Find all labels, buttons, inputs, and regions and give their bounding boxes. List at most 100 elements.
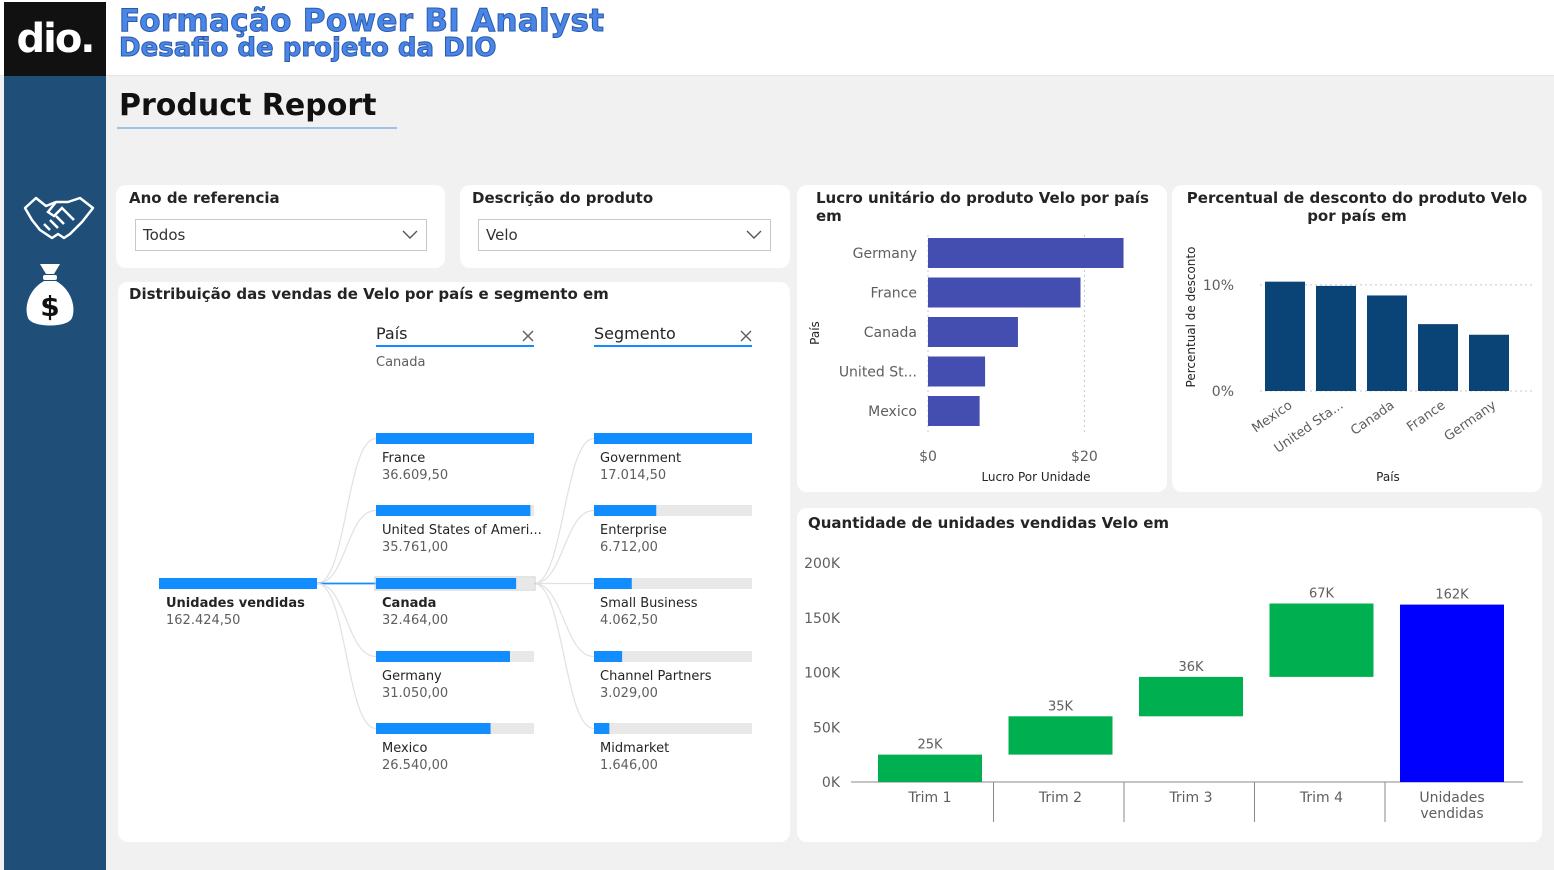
y-tick-label: 100K <box>804 666 841 682</box>
x-tick-label: France <box>1404 398 1448 435</box>
y-tick-label: 200K <box>804 556 841 572</box>
level2-item-label: Enterprise <box>600 523 667 538</box>
level2-header-underline <box>594 345 752 347</box>
chevron-down-icon <box>402 230 418 239</box>
level1-header: País <box>376 324 408 343</box>
y-axis-title: País <box>808 321 822 345</box>
report-canvas: dio. Formação Power BI Analyst Desafio d… <box>0 0 1554 870</box>
level1-bar <box>376 578 517 589</box>
money-bag-icon[interactable]: $ <box>22 260 78 330</box>
level1-item-value: 26.540,00 <box>382 758 448 773</box>
bar <box>1367 295 1407 391</box>
decomp-root-value: 162.424,50 <box>166 613 240 628</box>
units-sold-waterfall-chart: 0K 50K 100K 150K 200K 25K Trim 1 35K Trim 2 36K Tr… <box>804 556 1523 822</box>
close-icon-stroke <box>522 330 534 342</box>
y-tick-label: Germany <box>853 246 917 262</box>
waterfall-bar <box>1008 716 1113 755</box>
waterfall-bar <box>1269 603 1374 677</box>
y-tick-label: United St... <box>839 365 917 381</box>
level2-item-value: 1.646,00 <box>600 758 658 773</box>
y-tick-label: Canada <box>864 325 917 341</box>
bar <box>928 317 1018 347</box>
y-tick-label: 0K <box>822 775 841 791</box>
level2-item-label: Government <box>600 451 681 466</box>
level1-selected-value: Canada <box>376 355 425 370</box>
level2-item-value: 17.014,50 <box>600 468 666 483</box>
data-label: 25K <box>917 738 943 753</box>
bar <box>1418 324 1458 391</box>
product-filter-card: Descrição do produto Velo <box>460 185 790 268</box>
level1-bar <box>376 505 531 516</box>
level2-bar <box>594 723 610 734</box>
y-axis-title: Percentual de desconto <box>1184 247 1198 388</box>
data-label: 67K <box>1309 587 1335 602</box>
level2-item-label: Midmarket <box>600 741 669 756</box>
page-title: Product Report <box>119 88 377 123</box>
close-icon[interactable] <box>740 330 752 342</box>
level2-bar <box>594 505 657 516</box>
level2-header: Segmento <box>594 324 676 343</box>
decomp-connector <box>316 509 377 585</box>
year-filter-label: Ano de referencia <box>129 189 280 207</box>
y-tick-label: Mexico <box>868 404 917 420</box>
year-dropdown[interactable]: Todos <box>135 219 427 251</box>
level2-bar-track <box>594 723 752 734</box>
level1-item-value: 31.050,00 <box>382 686 448 701</box>
logo-text: dio. <box>16 16 95 62</box>
close-icon[interactable] <box>522 330 534 342</box>
sidebar: $ <box>4 76 106 870</box>
decomp-root-label: Unidades vendidas <box>166 596 305 611</box>
level1-bar <box>376 723 491 734</box>
level2-item-value: 3.029,00 <box>600 686 658 701</box>
x-tick-label: Trim 2 <box>1038 790 1082 806</box>
dio-logo: dio. <box>4 2 106 76</box>
decomp-connector <box>533 582 595 730</box>
data-label: 162K <box>1435 588 1469 603</box>
y-tick-label: 0% <box>1212 384 1234 400</box>
decomp-connector <box>316 582 377 730</box>
level2-item-label: Channel Partners <box>600 669 712 684</box>
level2-bar <box>594 578 632 589</box>
x-tick-label: Trim 4 <box>1299 790 1343 806</box>
unit-profit-chart: Germany France Canada United St... Mexico $0 $… <box>808 235 1124 484</box>
decomposition-tree: Unidades vendidas 162.424,50 País Segmento C… <box>159 324 752 773</box>
level1-bar <box>376 651 510 662</box>
bar <box>928 356 986 387</box>
waterfall-bar <box>1139 676 1243 717</box>
product-dropdown-value: Velo <box>486 226 518 244</box>
decomp-root-bar <box>159 578 317 589</box>
decomposition-tree-card: Distribuição das vendas de Velo por país… <box>118 282 790 842</box>
x-tick-label: Canada <box>1348 398 1397 439</box>
level1-bar <box>376 433 534 444</box>
level1-item-label: Canada <box>382 596 436 611</box>
product-dropdown[interactable]: Velo <box>478 219 771 251</box>
level1-item-label: Mexico <box>382 741 427 756</box>
data-label: 35K <box>1048 699 1074 714</box>
product-filter-label: Descrição do produto <box>472 189 654 207</box>
waterfall-bar <box>878 754 982 782</box>
x-tick-label: Unidades vendidas <box>1419 790 1484 822</box>
x-tick-label: $20 <box>1071 449 1098 465</box>
decomp-connector <box>316 582 377 658</box>
y-tick-label: 10% <box>1203 278 1234 294</box>
discount-chart: 0%10%MexicoUnited Sta... Canada FranceGerm… <box>1184 247 1532 484</box>
bar <box>1316 285 1356 391</box>
level2-bar <box>594 651 623 662</box>
bar <box>928 396 980 426</box>
level1-item-value: 32.464,00 <box>382 613 448 628</box>
year-filter-card: Ano de referencia Todos <box>116 185 445 268</box>
handshake-icon[interactable] <box>22 194 96 242</box>
unit-profit-chart-card: Lucro unitário do produto Velo por país … <box>797 185 1167 492</box>
y-tick-label: 50K <box>813 720 841 736</box>
x-tick-label: Trim 1 <box>907 790 951 806</box>
y-tick-label: 150K <box>804 611 841 627</box>
decomp-connector <box>533 437 595 585</box>
decomp-connector <box>533 582 595 658</box>
x-axis-title: Lucro Por Unidade <box>981 470 1090 484</box>
svg-text:$: $ <box>40 290 59 323</box>
level1-item-label: Germany <box>382 669 442 684</box>
level1-item-value: 35.761,00 <box>382 540 448 555</box>
bar <box>1469 334 1509 391</box>
x-axis-title: País <box>1376 470 1400 484</box>
decomp-connector <box>533 509 595 585</box>
